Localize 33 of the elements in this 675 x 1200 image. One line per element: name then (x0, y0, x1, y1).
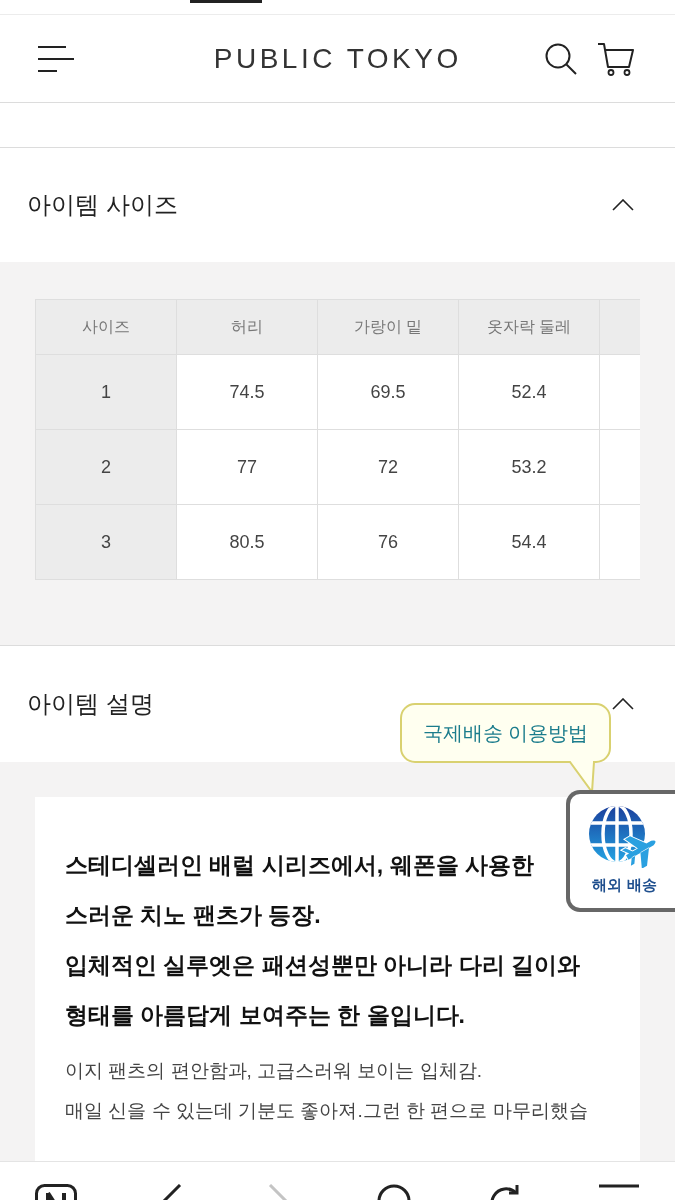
table-cell: 54.4 (458, 504, 600, 580)
column-header: 가랑이 밑 (317, 299, 459, 355)
table-cell: 53.2 (458, 429, 600, 505)
table-cell: 72 (317, 429, 459, 505)
indicator-bar (190, 0, 262, 3)
site-title[interactable]: PUBLIC TOKYO (210, 44, 462, 73)
description-text: 스테디셀러인 배럴 시리즈에서, 웨폰을 사용한 (65, 851, 534, 880)
section-title: 아이템 사이즈 (27, 190, 178, 220)
overseas-shipping-button[interactable]: 해외 배송 (566, 790, 675, 912)
table-cell: 69.5 (317, 354, 459, 430)
column-header: 허리 (176, 299, 318, 355)
table-cell: 76 (317, 504, 459, 580)
section-title: 아이템 설명 (27, 689, 154, 719)
description-text: 스러운 치노 팬츠가 등장. (65, 901, 321, 930)
row-header: 2 (35, 429, 177, 505)
tile-icon[interactable] (35, 1184, 78, 1200)
table-cell: 80.5 (176, 504, 318, 580)
description-text: 입체적인 실루엣은 패션성뿐만 아니라 다리 길이와 형태를 아름답게 보여주는 한 올입니다. (65, 951, 581, 1030)
column-header: 사이즈 (35, 299, 177, 355)
description-text: 이지 팬츠의 편안함과, 고급스러워 보이는 입체감. (65, 1059, 482, 1083)
menu-icon[interactable] (38, 45, 74, 72)
search-icon[interactable] (545, 42, 577, 75)
table-cell: 77 (176, 429, 318, 505)
column-header: 옷자락 둘레 (458, 299, 600, 355)
table-cell: 52.4 (458, 354, 600, 430)
cart-icon[interactable] (598, 41, 634, 76)
shipping-guide-tooltip[interactable]: 국제배송 이용방법 (400, 703, 611, 793)
chevron-up-icon[interactable] (612, 698, 634, 710)
row-header: 3 (35, 504, 177, 580)
row-header: 1 (35, 354, 177, 430)
description-text: 매일 신을 수 있는데 기분도 좋아져.그런 한 편으로 마무리했습 (65, 1099, 588, 1123)
table-cell: 74.5 (176, 354, 318, 430)
chevron-up-icon[interactable] (612, 199, 634, 211)
